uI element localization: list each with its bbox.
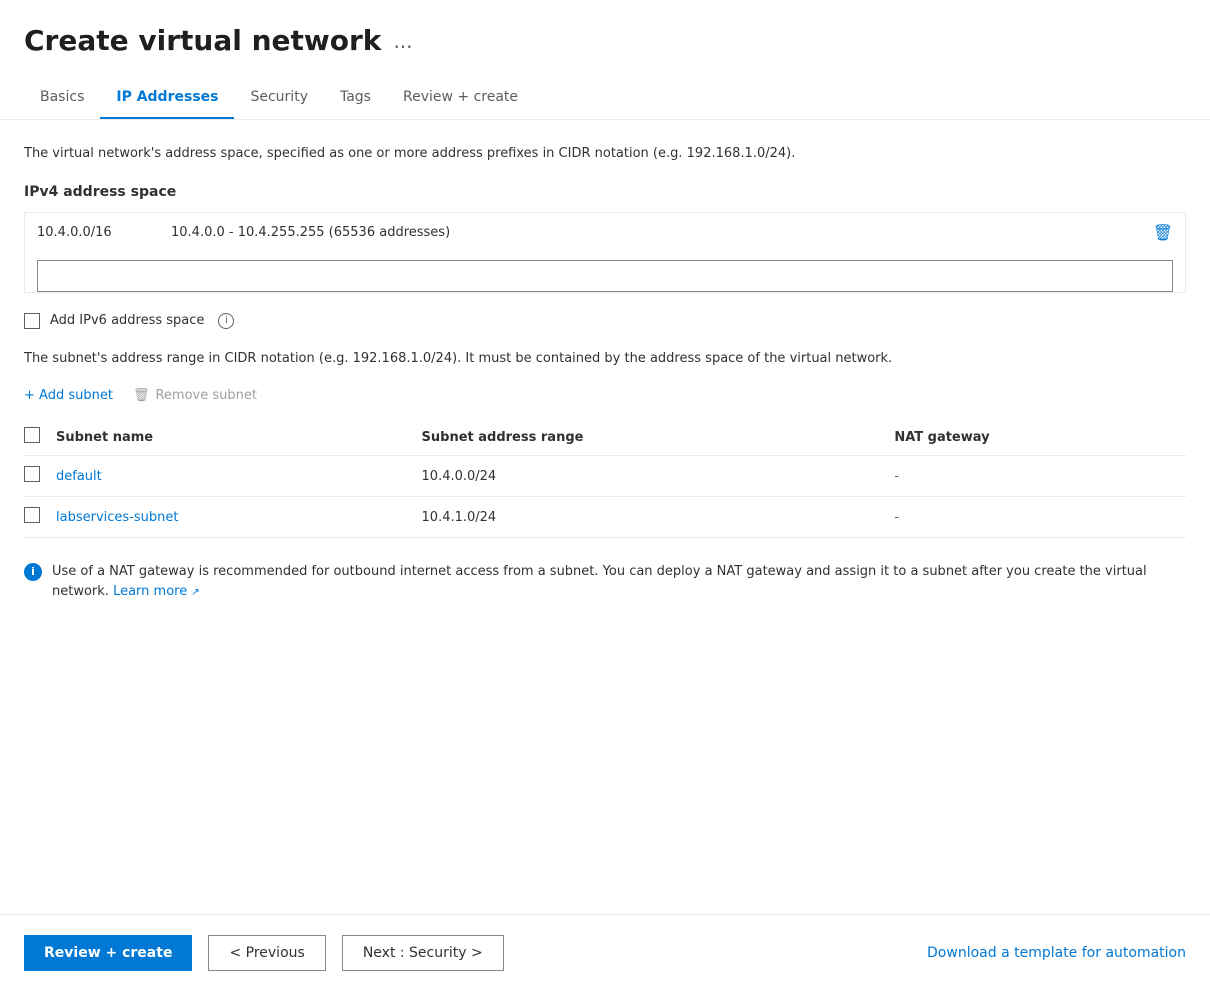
subnet-row-checkbox[interactable] xyxy=(24,466,40,482)
remove-subnet-label: Remove subnet xyxy=(155,388,257,403)
subnet-col-check xyxy=(24,419,56,456)
tab-security[interactable]: Security xyxy=(234,77,324,119)
subnet-row-name: labservices-subnet xyxy=(56,497,422,538)
subnet-name-link[interactable]: labservices-subnet xyxy=(56,510,178,525)
subnet-col-name: Subnet name xyxy=(56,419,422,456)
footer: Review + create < Previous Next : Securi… xyxy=(0,914,1210,991)
subnet-description: The subnet's address range in CIDR notat… xyxy=(24,349,1186,369)
ipv4-address-space-container: 10.4.0.0/16 10.4.0.0 - 10.4.255.255 (655… xyxy=(24,212,1186,293)
ipv4-address-input[interactable] xyxy=(37,260,1173,292)
ellipsis-menu[interactable]: ... xyxy=(393,29,412,53)
subnet-actions: + Add subnet 🗑 Remove subnet xyxy=(24,388,1186,403)
subnet-row-check xyxy=(24,497,56,538)
ipv6-checkbox[interactable] xyxy=(24,313,40,329)
subnet-table: Subnet name Subnet address range NAT gat… xyxy=(24,419,1186,538)
tab-basics[interactable]: Basics xyxy=(24,77,100,119)
ipv4-cidr: 10.4.0.0/16 xyxy=(37,225,147,240)
nat-info-text: Use of a NAT gateway is recommended for … xyxy=(52,562,1186,601)
external-link-icon: ↗ xyxy=(191,587,199,598)
table-row: labservices-subnet 10.4.1.0/24 - xyxy=(24,497,1186,538)
ipv4-section-label: IPv4 address space xyxy=(24,184,1186,200)
info-icon: i xyxy=(24,563,42,581)
subnet-select-all[interactable] xyxy=(24,427,40,443)
subnet-name-link[interactable]: default xyxy=(56,469,102,484)
add-subnet-button[interactable]: + Add subnet xyxy=(24,388,113,403)
nat-info-banner: i Use of a NAT gateway is recommended fo… xyxy=(24,562,1186,601)
ipv6-checkbox-row: Add IPv6 address space i xyxy=(24,313,1186,329)
download-template-link[interactable]: Download a template for automation xyxy=(927,945,1186,961)
tab-review-create[interactable]: Review + create xyxy=(387,77,534,119)
table-row: default 10.4.0.0/24 - xyxy=(24,456,1186,497)
remove-subnet-button[interactable]: 🗑 Remove subnet xyxy=(133,388,257,403)
previous-button[interactable]: < Previous xyxy=(208,935,325,971)
trash-icon-remove: 🗑 xyxy=(133,388,150,403)
delete-ipv4-icon[interactable]: 🗑 xyxy=(1153,223,1173,242)
subnet-row-nat: - xyxy=(894,497,1186,538)
subnet-row-range: 10.4.0.0/24 xyxy=(422,456,895,497)
subnet-row-checkbox[interactable] xyxy=(24,507,40,523)
subnet-row-check xyxy=(24,456,56,497)
subnet-col-range: Subnet address range xyxy=(422,419,895,456)
address-space-description: The virtual network's address space, spe… xyxy=(24,144,1186,164)
ipv4-range: 10.4.0.0 - 10.4.255.255 (65536 addresses… xyxy=(171,225,1129,240)
learn-more-link[interactable]: Learn more ↗ xyxy=(113,584,200,599)
subnet-col-nat: NAT gateway xyxy=(894,419,1186,456)
tab-tags[interactable]: Tags xyxy=(324,77,387,119)
ipv6-info-icon[interactable]: i xyxy=(218,313,234,329)
next-security-button[interactable]: Next : Security > xyxy=(342,935,504,971)
tab-bar: Basics IP Addresses Security Tags Review… xyxy=(24,77,1186,119)
ipv4-address-row: 10.4.0.0/16 10.4.0.0 - 10.4.255.255 (655… xyxy=(37,213,1173,252)
review-create-button[interactable]: Review + create xyxy=(24,935,192,971)
ipv6-label: Add IPv6 address space xyxy=(50,313,204,328)
subnet-row-name: default xyxy=(56,456,422,497)
tab-ip-addresses[interactable]: IP Addresses xyxy=(100,77,234,119)
page-title: Create virtual network xyxy=(24,24,381,57)
subnet-row-range: 10.4.1.0/24 xyxy=(422,497,895,538)
subnet-row-nat: - xyxy=(894,456,1186,497)
